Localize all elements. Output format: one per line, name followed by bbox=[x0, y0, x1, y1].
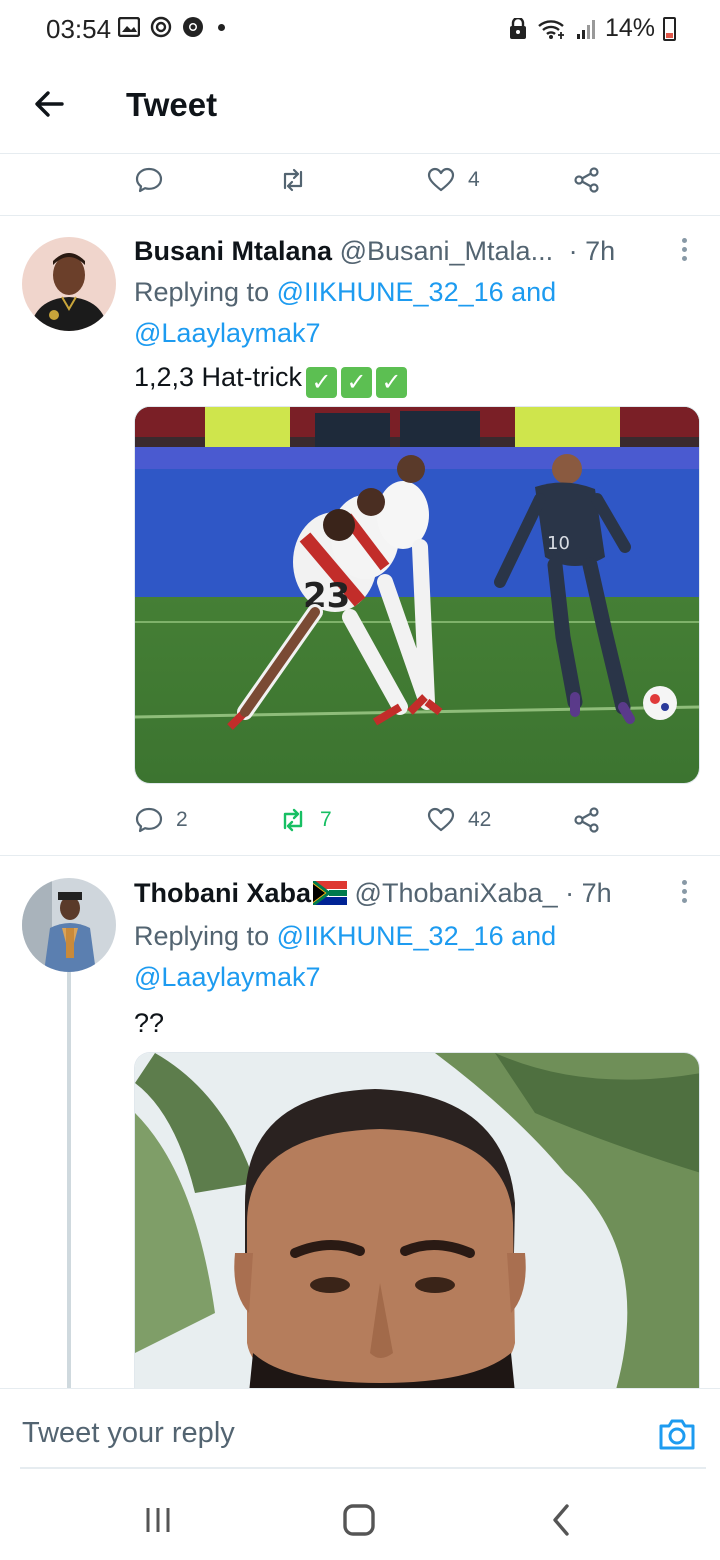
replying-to-label: Replying to bbox=[134, 921, 270, 951]
share-button[interactable] bbox=[572, 800, 602, 840]
timestamp[interactable]: · 7h bbox=[565, 878, 612, 908]
replying-to-label: Replying to bbox=[134, 277, 270, 307]
home-icon[interactable] bbox=[337, 1498, 381, 1542]
retweet-button[interactable] bbox=[278, 160, 308, 200]
tweet-header: Busani Mtalana @Busani_Mtala... · 7h bbox=[134, 236, 694, 267]
chrome-icon bbox=[182, 16, 204, 38]
reply-count: 2 bbox=[176, 808, 188, 831]
username[interactable]: @ThobaniXaba_ bbox=[355, 878, 558, 908]
reply-input[interactable]: Tweet your reply bbox=[22, 1417, 235, 1450]
south-africa-flag-icon bbox=[312, 879, 348, 912]
comment-icon bbox=[135, 807, 163, 833]
mention-link[interactable]: @Laaylaymak7 bbox=[134, 318, 321, 348]
system-navigation-bar bbox=[0, 1480, 720, 1560]
status-time: 03:54 bbox=[46, 14, 112, 44]
tweet-actions: 2 7 42 bbox=[134, 800, 614, 840]
gallery-icon bbox=[118, 16, 140, 38]
mention-link[interactable]: @IIKHUNE_32_16 and bbox=[277, 277, 557, 307]
battery-percent: 14% bbox=[604, 14, 655, 42]
mention-link[interactable]: @IIKHUNE_32_16 and bbox=[277, 921, 557, 951]
check-mark-emoji: ✓ bbox=[306, 367, 338, 398]
share-icon bbox=[574, 167, 599, 193]
mention-link[interactable]: @Laaylaymak7 bbox=[134, 962, 321, 992]
retweet-icon bbox=[283, 168, 303, 192]
username[interactable]: @Busani_Mtala... bbox=[340, 236, 554, 266]
share-icon bbox=[574, 807, 599, 833]
retweet-count: 7 bbox=[320, 808, 332, 831]
check-mark-emoji: ✓ bbox=[376, 367, 408, 398]
replying-to: Replying to @IIKHUNE_32_16 and @Laaylaym… bbox=[134, 916, 694, 998]
previous-tweet-actions: 4 bbox=[134, 160, 614, 200]
more-options-icon[interactable] bbox=[682, 880, 688, 904]
display-name[interactable]: Busani Mtalana bbox=[134, 236, 332, 266]
retweet-icon bbox=[283, 808, 303, 832]
lock-icon bbox=[507, 17, 529, 40]
share-button[interactable] bbox=[572, 160, 602, 200]
reply-button[interactable] bbox=[134, 160, 164, 200]
tweet-text-content: 1,2,3 Hat-trick bbox=[134, 362, 303, 392]
app-header: Tweet bbox=[0, 58, 720, 154]
comment-icon bbox=[135, 167, 163, 193]
signal-icon bbox=[575, 18, 597, 40]
battery-icon bbox=[663, 16, 676, 41]
page-title: Tweet bbox=[126, 86, 218, 123]
check-mark-emoji: ✓ bbox=[341, 367, 373, 398]
retweet-button[interactable]: 7 bbox=[278, 800, 332, 840]
tweet-image[interactable]: 23 10 bbox=[134, 406, 700, 784]
football-photo: 23 10 bbox=[135, 407, 699, 783]
heart-icon bbox=[427, 167, 455, 192]
back-arrow-icon[interactable] bbox=[30, 84, 70, 124]
more-options-icon[interactable] bbox=[682, 238, 688, 262]
wifi-icon bbox=[537, 18, 567, 40]
like-count: 42 bbox=[468, 808, 492, 831]
like-button[interactable]: 4 bbox=[426, 160, 480, 200]
like-button[interactable]: 42 bbox=[426, 800, 491, 840]
thread-line bbox=[67, 972, 71, 1388]
status-notification-icons bbox=[118, 16, 225, 38]
avatar[interactable] bbox=[22, 878, 116, 972]
tweet-text: 1,2,3 Hat-trick ✓ ✓ ✓ bbox=[134, 362, 408, 398]
replying-to: Replying to @IIKHUNE_32_16 and @Laaylaym… bbox=[134, 272, 694, 354]
reply-composer-bar: Tweet your reply bbox=[0, 1388, 720, 1480]
status-system-icons: 14% bbox=[507, 14, 676, 43]
divider bbox=[0, 855, 720, 856]
tweet-text: ?? bbox=[134, 1008, 165, 1038]
divider bbox=[0, 215, 720, 216]
tweet-image[interactable] bbox=[134, 1052, 700, 1388]
back-nav-icon[interactable] bbox=[540, 1498, 584, 1542]
notification-dot-icon bbox=[218, 23, 225, 31]
like-count: 4 bbox=[468, 168, 480, 191]
heart-icon bbox=[427, 807, 455, 832]
portrait-photo bbox=[135, 1053, 699, 1388]
sync-icon bbox=[150, 16, 172, 38]
svg-text:10: 10 bbox=[547, 533, 570, 554]
recent-apps-icon[interactable] bbox=[136, 1498, 180, 1542]
reply-button[interactable]: 2 bbox=[134, 800, 188, 840]
status-bar: 03:54 14% bbox=[0, 0, 720, 58]
camera-icon[interactable] bbox=[656, 1413, 698, 1455]
avatar[interactable] bbox=[22, 237, 116, 331]
divider bbox=[20, 1467, 706, 1469]
display-name[interactable]: Thobani Xaba bbox=[134, 878, 311, 908]
timestamp[interactable]: · 7h bbox=[569, 236, 616, 266]
tweet-header: Thobani Xaba @ThobaniXaba_ · 7h bbox=[134, 878, 694, 912]
